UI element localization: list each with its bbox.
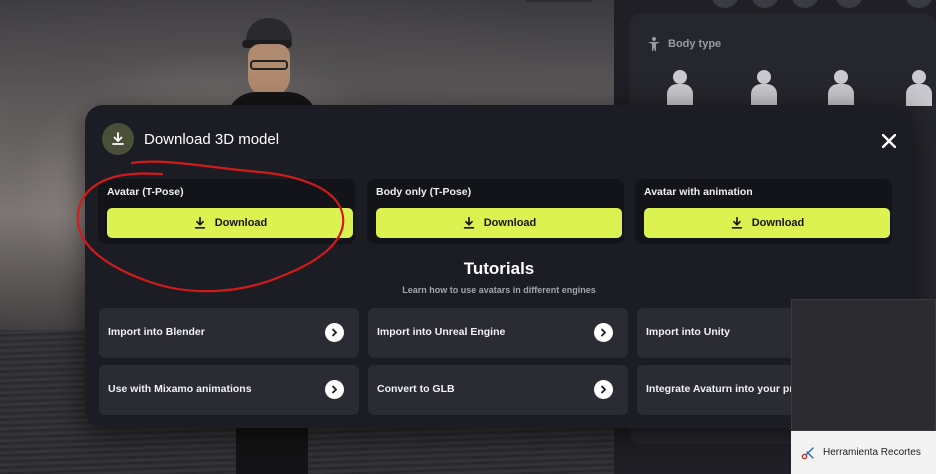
download-badge-icon	[102, 123, 134, 155]
download-button[interactable]: Download	[644, 208, 890, 238]
tutorial-blender[interactable]: Import into Blender	[99, 308, 359, 358]
option-avatar-animation: Avatar with animation Download	[635, 179, 892, 244]
close-button[interactable]	[877, 129, 901, 153]
option-body-only: Body only (T-Pose) Download	[367, 179, 624, 244]
tutorial-label: Import into Blender	[108, 326, 205, 338]
chevron-right-icon	[325, 323, 344, 342]
tutorials-title: Tutorials	[463, 259, 535, 278]
tutorial-mixamo[interactable]: Use with Mixamo animations	[99, 365, 359, 415]
scissors-icon	[801, 446, 814, 459]
chevron-right-icon	[325, 380, 344, 399]
body-type-option[interactable]	[826, 70, 856, 106]
modal-header: Download 3D model	[102, 123, 279, 155]
tutorial-label: Import into Unity	[646, 326, 730, 338]
tutorials-subtitle: Learn how to use avatars in different en…	[402, 285, 596, 295]
download-icon	[194, 216, 205, 229]
chevron-right-icon	[594, 380, 613, 399]
tutorial-label: Integrate Avaturn into your pro	[646, 383, 800, 395]
close-icon	[882, 134, 896, 148]
chevron-right-icon	[594, 323, 613, 342]
download-label: Download	[214, 217, 268, 229]
option-title: Avatar (T-Pose)	[107, 186, 184, 198]
download-modal: Download 3D model Avatar (T-Pose) Downlo…	[85, 105, 913, 428]
download-button[interactable]: Download	[107, 208, 353, 238]
body-type-option[interactable]	[665, 70, 695, 106]
tutorial-label: Import into Unreal Engine	[377, 326, 506, 338]
body-type-icon	[648, 37, 660, 51]
snipping-tool-label: Herramienta Recortes	[823, 447, 921, 458]
download-icon	[463, 216, 474, 229]
tutorial-glb[interactable]: Convert to GLB	[368, 365, 628, 415]
tutorial-unreal[interactable]: Import into Unreal Engine	[368, 308, 628, 358]
option-title: Body only (T-Pose)	[376, 186, 472, 198]
snipping-tool-taskbar-item[interactable]: Herramienta Recortes	[791, 431, 936, 474]
download-button[interactable]: Download	[376, 208, 622, 238]
option-title: Avatar with animation	[644, 186, 753, 198]
body-type-heading: Body type	[646, 36, 721, 52]
download-label: Download	[751, 217, 805, 229]
tutorial-label: Convert to GLB	[377, 383, 455, 395]
body-type-option[interactable]	[904, 70, 934, 106]
modal-title: Download 3D model	[144, 130, 280, 148]
download-icon	[731, 216, 742, 229]
snip-preview-panel[interactable]	[791, 299, 936, 431]
body-type-label: Body type	[668, 38, 722, 50]
tutorial-label: Use with Mixamo animations	[108, 383, 252, 395]
top-toolbar-pill	[524, 0, 594, 2]
download-label: Download	[483, 217, 537, 229]
body-type-option[interactable]	[749, 70, 779, 106]
option-avatar-tpose: Avatar (T-Pose) Download	[98, 179, 355, 244]
